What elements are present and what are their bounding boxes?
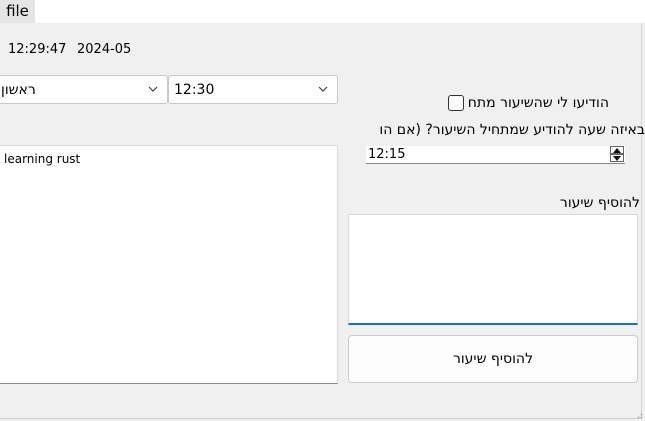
notify-time-value: 12:15 (368, 147, 406, 162)
current-date: 2024-05- (77, 42, 132, 57)
list-item[interactable]: learning rust (4, 152, 80, 166)
lesson-list[interactable]: learning rust (0, 145, 338, 384)
spin-buttons (610, 146, 624, 162)
day-select-value: ראשון (1, 82, 36, 98)
triangle-up-icon (613, 148, 621, 153)
spin-down-button[interactable] (610, 154, 624, 162)
day-select[interactable]: ראשון (0, 75, 168, 104)
add-lesson-label: להוסיף שיעור (559, 195, 640, 211)
resize-grip-icon[interactable] (635, 411, 643, 419)
current-time: 12:29:47 (8, 42, 67, 57)
chevron-down-icon (318, 86, 328, 92)
notify-checkbox-row[interactable]: הודיעו לי שהשיעור מתחל (445, 95, 645, 113)
add-lesson-textarea[interactable] (348, 214, 638, 325)
time-select[interactable]: 12:30 (168, 75, 338, 104)
notify-time-question: באיזה שעה להודיע שמתחיל השיעור? (אם הו (379, 122, 645, 138)
time-select-value: 12:30 (174, 82, 215, 98)
menu-file[interactable]: file (0, 0, 35, 23)
notify-label: הודיעו לי שהשיעור מתחל (469, 95, 609, 111)
notify-checkbox[interactable] (448, 95, 464, 111)
menu-bar: file (0, 0, 645, 23)
triangle-down-icon (613, 156, 621, 161)
notify-time-spinbox[interactable]: 12:15 (366, 146, 625, 164)
add-lesson-button[interactable]: להוסיף שיעור (348, 335, 638, 383)
spin-up-button[interactable] (610, 146, 624, 154)
chevron-down-icon (148, 86, 158, 92)
